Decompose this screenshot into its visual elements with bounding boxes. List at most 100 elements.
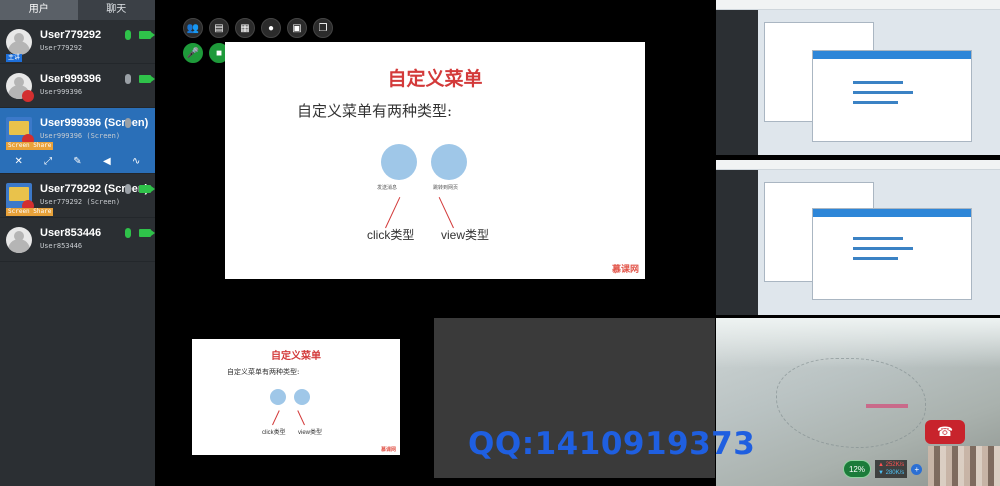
globe-icon: [431, 144, 467, 180]
network-speeds: ▲ 252K/s ▼ 280K/s: [875, 460, 908, 478]
icon-label: 发送消息: [377, 185, 398, 191]
participant-id: User999396: [40, 88, 83, 96]
participant-id: User779292: [40, 44, 83, 52]
screen-share-thumbnail[interactable]: [716, 0, 1000, 155]
slide-title: 自定义菜单: [387, 69, 483, 90]
upload-speed: ▲ 252K/s: [878, 462, 905, 468]
link-line: [853, 257, 898, 260]
pen-icon[interactable]: ✎: [71, 156, 83, 168]
camera-icon[interactable]: [139, 31, 155, 39]
microphone-icon[interactable]: [125, 30, 131, 40]
muted-icon: [22, 90, 34, 102]
icon-label: 跳转到网页: [433, 185, 459, 191]
logo: 慕课网: [380, 447, 396, 453]
image-icon[interactable]: ▣: [287, 18, 307, 38]
participant-id: User779292 (Screen): [40, 198, 121, 206]
link-line: [853, 237, 903, 240]
microphone-icon[interactable]: [125, 118, 131, 128]
caption-view: view类型: [441, 228, 490, 242]
hangup-button[interactable]: ☎: [925, 420, 965, 444]
screen-share-thumbnail[interactable]: [716, 160, 1000, 315]
waveform-icon[interactable]: ∿: [130, 156, 142, 168]
fullscreen-icon[interactable]: ⤢: [42, 156, 54, 168]
arrow: [297, 410, 305, 426]
shared-slide-main: 自定义菜单 自定义菜单有两种类型: 发送消息 跳转到网页 click类型 vie…: [225, 42, 645, 279]
microphone-icon[interactable]: [125, 228, 131, 238]
camera-icon[interactable]: [139, 229, 155, 237]
globe-icon: [294, 389, 310, 405]
film-icon[interactable]: ▦: [235, 18, 255, 38]
arrow: [438, 196, 454, 229]
browser-bar: [716, 160, 1000, 170]
arrow-up-icon: ▲: [878, 462, 884, 468]
participant-tools: ✕ ⤢ ✎ ◀ ∿: [0, 152, 155, 172]
shared-slide-thumbnail[interactable]: 自定义菜单 自定义菜单有两种类型: click类型 view类型 慕课网: [192, 339, 400, 455]
participant-name: User999396 (Screen): [40, 117, 149, 129]
window-icon[interactable]: ❐: [313, 18, 333, 38]
qq-watermark: QQ:1410919373: [468, 426, 756, 462]
participant-name: User999396: [40, 73, 102, 85]
participant-name: User853446: [40, 227, 102, 239]
red-mark: [866, 404, 908, 408]
avatar: [6, 29, 32, 55]
tab-users[interactable]: 用户: [0, 0, 78, 20]
mini-window-header: [813, 209, 971, 217]
plus-icon[interactable]: +: [911, 463, 923, 475]
envelope-icon: [270, 389, 286, 405]
sidebar-tabs: 用户 聊天: [0, 0, 155, 20]
mini-chat-window: [812, 208, 972, 300]
filmstrip-icon[interactable]: ▤: [209, 18, 229, 38]
caption-click: click类型: [367, 228, 415, 242]
camera-video: ☎ 12% ▲ 252K/s ▼ 280K/s +: [716, 318, 1000, 486]
microphone-icon[interactable]: [125, 184, 131, 194]
screen-share-tag: Screen Share: [6, 208, 54, 216]
network-status: 12% ▲ 252K/s ▼ 280K/s +: [843, 460, 923, 478]
browser-bar: [716, 0, 1000, 10]
logo: 慕课网: [611, 264, 639, 274]
participant-item[interactable]: User853446 User853446: [0, 218, 155, 262]
users-layout-icon[interactable]: 👥: [183, 18, 203, 38]
participant-name: User779292 (Screen): [40, 183, 149, 195]
link-line: [853, 101, 898, 104]
host-badge: 主讲: [6, 54, 23, 62]
speaker-icon[interactable]: ◀: [101, 156, 113, 168]
arrow-down-icon: ▼: [878, 470, 884, 476]
whiteboard-drawing: [776, 358, 926, 448]
arrow: [272, 410, 280, 426]
camera-icon[interactable]: [139, 185, 155, 193]
participant-id: User999396 (Screen): [40, 132, 121, 140]
participant-item[interactable]: Screen Share User779292 (Screen) User779…: [0, 174, 155, 218]
close-icon[interactable]: ✕: [13, 156, 25, 168]
screen-share-tag: Screen Share: [6, 142, 54, 150]
link-line: [853, 81, 903, 84]
microphone-icon[interactable]: 🎤: [183, 43, 203, 63]
microphone-icon[interactable]: [125, 74, 131, 84]
participant-name: User779292: [40, 29, 102, 41]
slide-text: 自定义菜单有两种类型:: [297, 102, 453, 120]
mini-chat-window: [812, 50, 972, 142]
link-line: [853, 247, 913, 250]
record-icon[interactable]: ●: [261, 18, 281, 38]
participant-item[interactable]: 主讲 User779292 User779292: [0, 20, 155, 64]
participant-item-selected[interactable]: Screen Share User999396 (Screen) User999…: [0, 108, 155, 174]
participants-sidebar: 用户 聊天 主讲 User779292 User779292 User99939…: [0, 0, 155, 486]
arrow: [385, 196, 401, 229]
tab-chat[interactable]: 聊天: [78, 0, 156, 20]
link-line: [853, 91, 913, 94]
blurred-face: [928, 446, 1000, 486]
caption-click: click类型: [262, 430, 286, 436]
video-conference-window: 用户 聊天 主讲 User779292 User779292 User99939…: [0, 0, 1000, 486]
download-speed: ▼ 280K/s: [878, 470, 905, 476]
slide-title: 自定义菜单: [271, 351, 321, 362]
slide-text: 自定义菜单有两种类型:: [227, 368, 300, 376]
participant-id: User853446: [40, 242, 83, 250]
avatar: [6, 227, 32, 253]
camera-icon[interactable]: [139, 75, 155, 83]
caption-view: view类型: [298, 430, 323, 436]
envelope-icon: [381, 144, 417, 180]
mini-sidebar: [716, 10, 758, 155]
network-quality: 12%: [843, 460, 871, 478]
mini-sidebar: [716, 170, 758, 315]
participant-item[interactable]: User999396 User999396: [0, 64, 155, 108]
mini-window-header: [813, 51, 971, 59]
